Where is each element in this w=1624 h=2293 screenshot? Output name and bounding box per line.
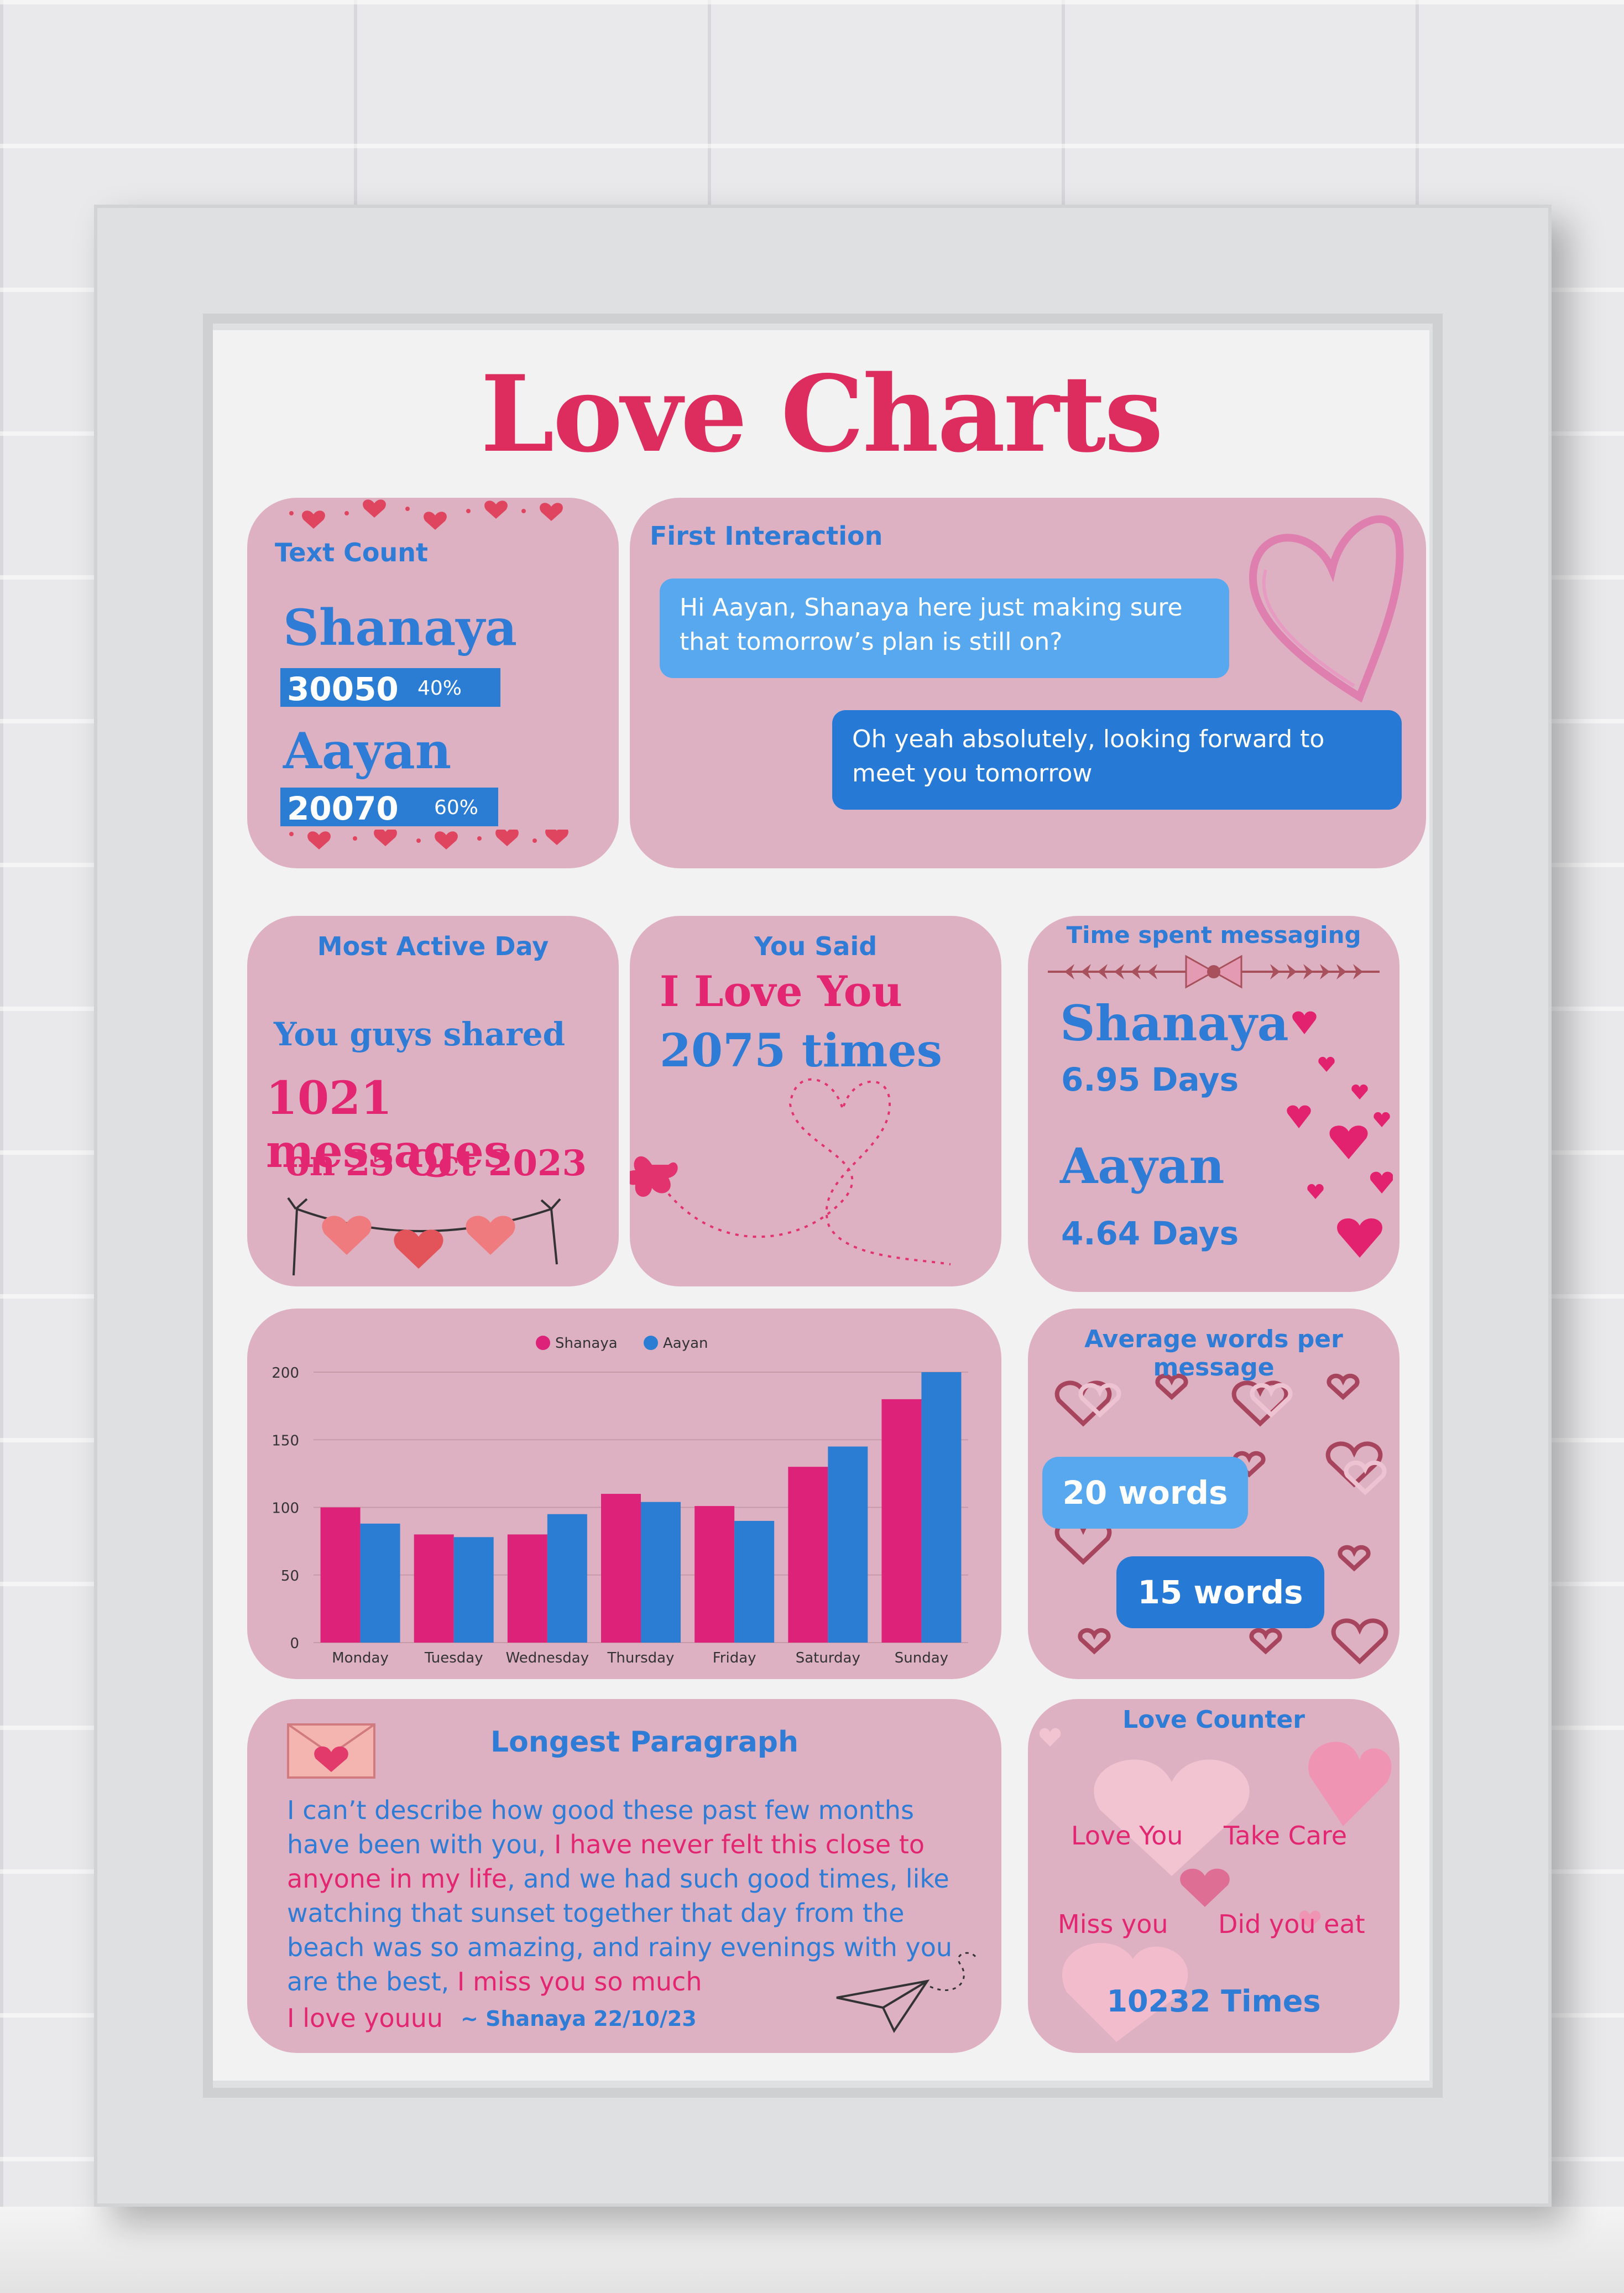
legend-swatch [644,1336,658,1350]
avg-words-shanaya-pill: 20 words [1042,1457,1248,1529]
love-counter-word-2: Take Care [1224,1821,1348,1851]
message-bubble-shanaya: Hi Aayan, Shanaya here just making sure … [660,579,1229,678]
most-active-date: 25 Oct 2023 [346,1143,587,1184]
poster: Love Charts Text Count Shanaya 30050 40%… [213,330,1429,2081]
heart-trail-icon [630,1078,951,1265]
y-tick-label: 100 [271,1500,299,1517]
x-tick-label: Saturday [796,1650,860,1666]
heart-outline-icon [1249,515,1404,703]
paper-plane-icon [836,1952,978,2034]
text-count-bar-aayan: 20070 60% [280,788,498,827]
y-tick-label: 150 [271,1432,299,1449]
text-count-name-aayan: Aayan [283,722,452,780]
bar-shanaya-friday [694,1506,735,1643]
time-spent-value-shanaya: 6.95 Days [1061,1061,1239,1098]
bar-aayan-monday [360,1523,400,1643]
x-tick-label: Friday [713,1650,756,1666]
message-bubble-aayan: Oh yeah absolutely, looking forward to m… [832,710,1402,810]
legend-label: Aayan [663,1335,708,1352]
longest-paragraph-label: Longest Paragraph [490,1726,799,1759]
heart-garland-top-icon [289,499,563,530]
love-counter-word-3: Miss you [1058,1909,1168,1939]
bar-chart-card: 0 50 100 150 200 Monday Tuesday Wednesday Thursd… [247,1309,1001,1679]
bar-aayan-sunday [921,1372,962,1643]
bar-aayan-saturday [828,1446,868,1643]
y-tick-label: 200 [271,1365,299,1382]
paragraph-signature: ~ Shanaya 22/10/23 [461,2007,697,2031]
love-counter-word-4: Did you eat [1218,1909,1365,1939]
love-counter-label: Love Counter [1122,1706,1305,1734]
legend-swatch [536,1336,550,1350]
x-tick-label: Thursday [607,1650,675,1666]
x-tick-label: Monday [332,1650,389,1666]
most-active-on: on [286,1143,336,1184]
text-count-value-aayan: 20070 [287,790,399,827]
bar-shanaya-thursday [601,1494,641,1643]
love-counter-word-1: Love You [1071,1821,1183,1851]
heart-garland-bottom-icon [289,830,568,850]
love-counter-card: Love Counter Love You Take Care Miss you… [1028,1699,1400,2053]
y-tick-label: 0 [290,1635,299,1652]
text-count-pct-aayan: 60% [434,796,479,819]
most-active-day-label: Most Active Day [317,931,549,961]
heart-bunting-icon [287,1197,561,1276]
text-count-pct-shanaya: 40% [417,677,462,700]
poster-title: Love Charts [480,352,1163,476]
avg-words-label: Average words per message [1084,1325,1343,1382]
floor [0,2207,1624,2293]
bar-aayan-friday [734,1520,775,1643]
love-counter-total: 10232 Times [1106,1984,1321,2019]
text-count-card: Text Count Shanaya 30050 40% Aayan 20070… [247,498,619,868]
longest-paragraph-card: Longest Paragraph I can’t describe how g… [247,1699,1001,2053]
bar-aayan-thursday [641,1502,681,1643]
text-count-name-shanaya: Shanaya [283,598,518,657]
text-count-label: Text Count [275,538,428,567]
x-tick-label: Tuesday [424,1650,483,1666]
bar-chart: 0 50 100 150 200 Monday Tuesday Wednesday Thursd… [271,1335,968,1666]
x-tick-label: Wednesday [506,1650,589,1666]
time-spent-value-aayan: 4.64 Days [1061,1215,1239,1252]
envelope-icon [287,1723,375,1779]
you-said-card: You Said I Love You 2075 times [630,916,1001,1286]
you-said-times: 2075 times [660,1024,942,1077]
bar-shanaya-monday [320,1507,361,1643]
ribbon-arrow-divider-icon [1048,955,1380,989]
time-spent-name-shanaya: Shanaya [1060,994,1289,1052]
most-active-day-card: Most Active Day You guys shared 1021 mes… [247,916,619,1286]
first-interaction-card: First Interaction Hi Aayan, Shanaya here… [630,498,1426,868]
avg-words-aayan-pill: 15 words [1116,1556,1324,1628]
paragraph-part-4: I miss you so much [457,1967,702,1997]
paragraph-closing-line: I love youuu [287,2003,443,2033]
text-count-bar-shanaya: 30050 40% [280,668,500,708]
bar-shanaya-saturday [788,1467,828,1643]
bar-shanaya-wednesday [507,1534,547,1643]
bar-aayan-wednesday [547,1514,587,1643]
bar-aayan-tuesday [453,1537,494,1643]
x-tick-label: Sunday [895,1650,948,1666]
text-count-value-shanaya: 30050 [287,670,399,708]
scattered-hearts-icon [1287,1011,1393,1258]
y-tick-label: 50 [281,1568,299,1585]
most-active-line1: You guys shared [274,1015,566,1053]
you-said-phrase: I Love You [660,967,902,1016]
you-said-label: You Said [754,931,878,961]
legend-label: Shanaya [555,1335,618,1352]
bar-shanaya-sunday [881,1399,922,1643]
time-spent-name-aayan: Aayan [1060,1137,1225,1195]
bar-shanaya-tuesday [414,1534,454,1643]
time-spent-card: Time spent messaging Shanaya 6.95 Days A… [1028,916,1400,1292]
avg-words-card: Average words per message 20 words 15 wo… [1028,1309,1400,1679]
time-spent-label: Time spent messaging [1066,921,1361,949]
first-interaction-label: First Interaction [650,521,883,551]
